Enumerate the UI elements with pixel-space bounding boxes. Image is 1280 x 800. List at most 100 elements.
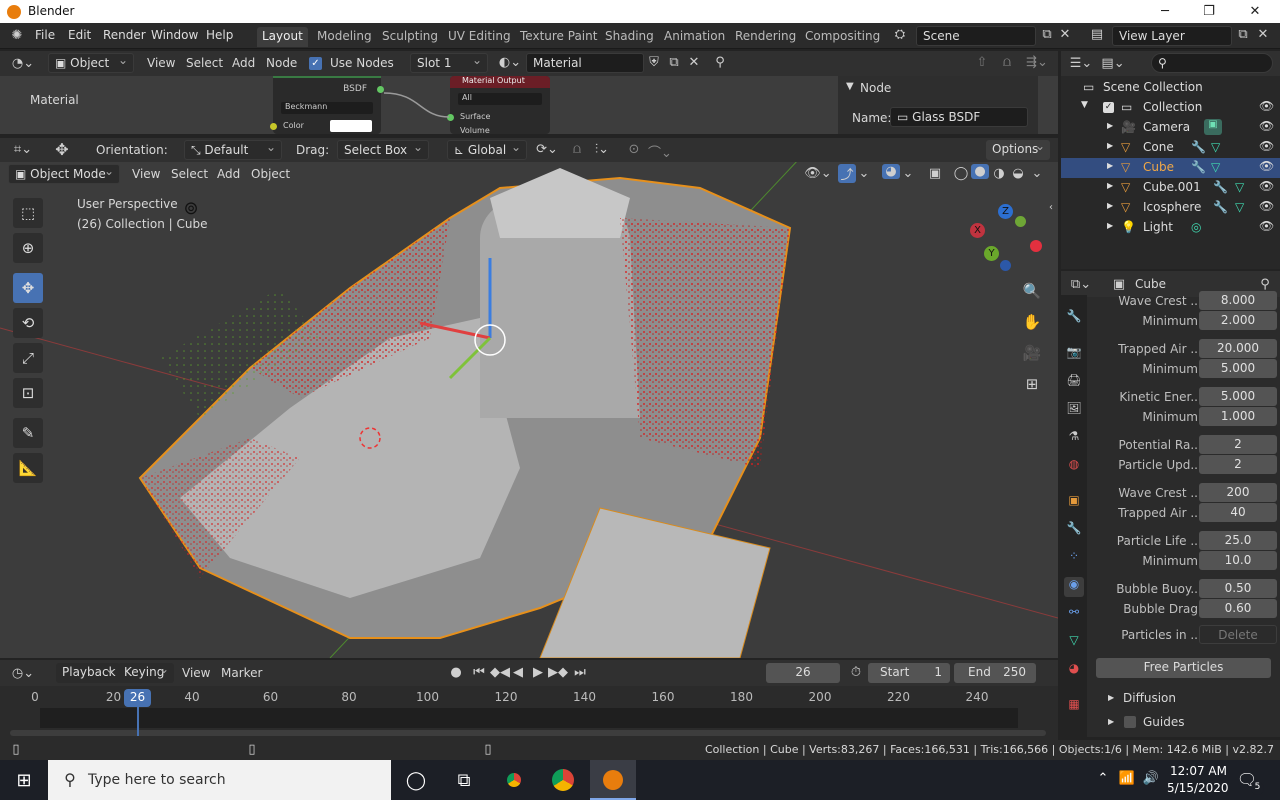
constraints-tab-icon[interactable]: ⚯ <box>1064 605 1084 625</box>
outliner-item-cone[interactable]: ▶ ▽ Cone 🔧 ▽ 👁 <box>1061 138 1280 158</box>
modifier-wrench-icon[interactable]: 🔧 <box>1191 160 1206 174</box>
menu-window[interactable]: Window <box>148 28 201 42</box>
menu-render[interactable]: Render <box>100 28 149 42</box>
task-view-icon[interactable]: ◯ <box>402 770 430 791</box>
prop-value-field[interactable]: 5.000 <box>1199 387 1277 406</box>
node-menu-node[interactable]: Node <box>266 56 297 70</box>
3d-viewport[interactable]: ⌗⌄ ✥ Orientation: ⤡ Default Drag: Select… <box>0 138 1058 658</box>
transform-orientation-dropdown[interactable]: ⊾ Global <box>447 140 527 160</box>
new-view-layer-icon[interactable]: ⧉ <box>1234 27 1252 42</box>
mesh-data-icon[interactable]: ▽ <box>1235 200 1244 214</box>
node-menu-view[interactable]: View <box>147 56 175 70</box>
gizmo-x-axis[interactable]: X <box>970 223 985 238</box>
physics-tab-icon[interactable]: ◉ <box>1064 577 1084 597</box>
properties-editor-type-icon[interactable]: ⧉⌄ <box>1067 277 1095 292</box>
node-menu-add[interactable]: Add <box>232 56 255 70</box>
material-name-field[interactable]: Material <box>526 53 644 73</box>
next-keyframe-icon[interactable]: ▶◆ <box>548 665 568 680</box>
taskbar-date[interactable]: 5/15/2020 <box>1167 781 1229 795</box>
guides-checkbox[interactable] <box>1124 716 1136 728</box>
modifier-wrench-icon[interactable]: 🔧 <box>1213 180 1228 194</box>
tab-rendering[interactable]: Rendering <box>730 27 801 47</box>
prop-value-field[interactable]: 1.000 <box>1199 407 1277 426</box>
chrome-profile-app-icon[interactable] <box>552 769 574 791</box>
shader-type-selector[interactable]: ▣ Object <box>48 53 134 73</box>
view-layer-icon[interactable]: ▤ <box>1085 27 1109 42</box>
expand-arrow-icon[interactable]: ▶ <box>1107 201 1113 210</box>
shading-material-icon[interactable]: ◑ <box>990 166 1008 181</box>
transform-tool[interactable]: ⊡ <box>13 378 43 408</box>
modifier-wrench-icon[interactable]: 🔧 <box>1191 140 1206 154</box>
proportional-edit-icon[interactable]: ⊙ <box>626 142 642 157</box>
timeline-playhead[interactable]: 26 <box>124 689 151 707</box>
prop-value-field[interactable]: 0.60 <box>1199 599 1277 618</box>
mode-selector[interactable]: ▣ Object Mode <box>8 164 120 184</box>
gizmo-toggle-icon[interactable]: ⤴ <box>838 164 856 183</box>
perspective-toggle-icon[interactable]: ⊞ <box>1020 375 1044 393</box>
visibility-eye-icon[interactable]: 👁 <box>1259 119 1274 133</box>
move-tool[interactable]: ✥ <box>13 273 43 303</box>
diffusion-panel-header[interactable]: Diffusion <box>1123 691 1176 705</box>
particles-in-dropdown[interactable]: Delete <box>1199 625 1277 644</box>
tool-settings-tab-icon[interactable]: 🔧 <box>1064 309 1084 329</box>
gizmo-neg-z-axis[interactable] <box>1000 260 1011 271</box>
timeline-scrollbar[interactable] <box>10 730 1046 736</box>
volume-icon[interactable]: 🔊 <box>1142 771 1160 786</box>
outliner-search-input[interactable]: ⚲ <box>1151 53 1273 73</box>
select-box-tool[interactable]: ⬚ <box>13 198 43 228</box>
close-button[interactable]: ✕ <box>1232 0 1278 23</box>
viewport-menu-add[interactable]: Add <box>217 167 240 181</box>
camera-data-icon[interactable]: ▣ <box>1204 119 1222 135</box>
timeline-menu-marker[interactable]: Marker <box>221 666 262 680</box>
keying-menu[interactable]: Keying <box>118 663 174 683</box>
outliner-item-light[interactable]: ▶ 💡 Light ◎ 👁 <box>1061 218 1280 238</box>
show-hidden-icons-icon[interactable]: ⌃ <box>1096 771 1110 786</box>
gizmo-dropdown-icon[interactable]: ⌄ <box>858 166 870 181</box>
visibility-selectability-icon[interactable]: 👁⌄ <box>804 166 832 181</box>
start-frame-field[interactable]: Start 1 <box>868 663 950 683</box>
camera-view-icon[interactable]: 🎥 <box>1020 344 1044 362</box>
falloff-icon[interactable]: ⌒⌄ <box>646 142 674 161</box>
visibility-eye-icon[interactable]: 👁 <box>1259 219 1274 233</box>
snap-increment-icon[interactable]: ⫶⌄ <box>590 142 614 157</box>
menu-file[interactable]: File <box>32 28 58 42</box>
visibility-eye-icon[interactable]: 👁 <box>1259 159 1274 173</box>
node-name-field[interactable]: ▭ Glass BSDF <box>890 107 1028 127</box>
visibility-eye-icon[interactable]: 👁 <box>1259 179 1274 193</box>
expand-arrow-icon[interactable]: ▶ <box>1107 221 1113 230</box>
playback-menu[interactable]: Playback <box>56 663 120 683</box>
tab-shading[interactable]: Shading <box>600 27 659 47</box>
prop-value-field[interactable]: 20.000 <box>1199 339 1277 358</box>
object-data-tab-icon[interactable]: ▽ <box>1064 633 1084 653</box>
node-panel-title[interactable]: Node <box>860 81 891 95</box>
timeline-ruler[interactable]: 0 20 40 60 80 100 120 140 160 180 200 220 240 <box>0 686 1058 708</box>
visibility-eye-icon[interactable]: 👁 <box>1259 99 1274 113</box>
mesh-data-icon[interactable]: ▽ <box>1211 140 1220 154</box>
prop-value-field[interactable]: 200 <box>1199 483 1277 502</box>
expand-arrow-icon[interactable]: ▶ <box>1107 161 1113 170</box>
annotate-tool[interactable]: ✎ <box>13 418 43 448</box>
play-icon[interactable]: ▶ <box>530 665 546 680</box>
unlink-material-icon[interactable]: ✕ <box>686 55 702 70</box>
jump-start-icon[interactable]: ⏮ <box>470 665 488 680</box>
scale-tool[interactable]: ⤢ <box>13 343 43 373</box>
end-frame-field[interactable]: End 250 <box>954 663 1036 683</box>
scene-icon[interactable]: ⛭ <box>888 27 912 42</box>
view-layer-tab-icon[interactable]: 🖼 <box>1064 401 1084 421</box>
tab-compositing[interactable]: Compositing <box>800 27 885 47</box>
preview-range-icon[interactable]: ⏱ <box>848 665 864 680</box>
expand-arrow-icon[interactable]: ▶ <box>1107 181 1113 190</box>
duplicate-material-icon[interactable]: ⧉ <box>666 55 682 70</box>
viewport-menu-view[interactable]: View <box>132 167 160 181</box>
gizmo-neg-x-axis[interactable] <box>1030 240 1042 252</box>
viewport-menu-select[interactable]: Select <box>171 167 208 181</box>
node-panel-collapse-icon[interactable]: ▼ <box>846 81 854 92</box>
shading-rendered-icon[interactable]: ◒ <box>1009 166 1027 181</box>
material-tab-icon[interactable]: ◕ <box>1064 661 1084 681</box>
windows-start-icon[interactable]: ⊞ <box>12 770 36 791</box>
timeline-track[interactable] <box>40 708 1018 728</box>
snap-target-icon[interactable]: ⇶⌄ <box>1022 55 1052 70</box>
outliner-item-camera[interactable]: ▶ 🎥 Camera ▣ 👁 <box>1061 118 1280 138</box>
expand-arrow-icon[interactable]: ▶ <box>1107 141 1113 150</box>
tab-texture-paint[interactable]: Texture Paint <box>515 27 602 47</box>
